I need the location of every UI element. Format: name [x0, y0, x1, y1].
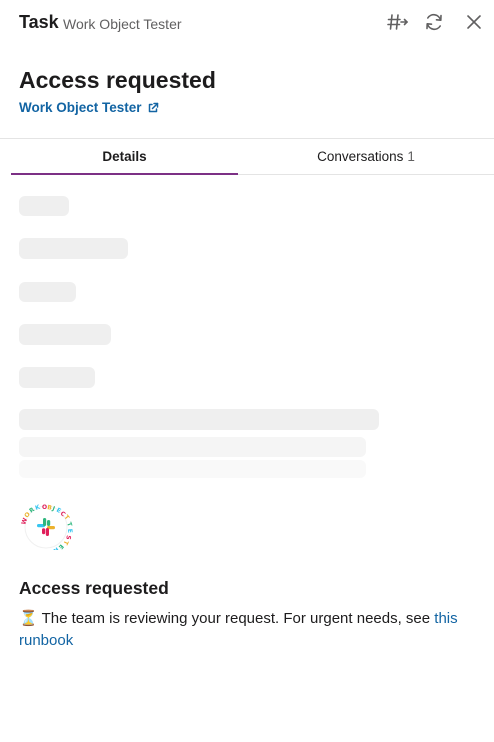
- tab-details[interactable]: Details: [11, 139, 238, 175]
- object-title: Access requested: [19, 67, 216, 93]
- skeleton-line: [19, 324, 111, 345]
- hourglass-icon: ⏳: [19, 610, 38, 627]
- tab-conversations-count: 1: [407, 149, 415, 164]
- external-link-icon: [148, 102, 158, 112]
- refresh-button[interactable]: [422, 10, 446, 34]
- flexpane-header: Task Work Object Tester: [0, 0, 494, 46]
- header-kind: Task: [19, 12, 59, 32]
- skeleton-line: [19, 238, 128, 259]
- skeleton-line: [19, 367, 95, 388]
- svg-text:E: E: [66, 529, 73, 534]
- tab-conversations[interactable]: Conversations 1: [238, 139, 494, 174]
- share-to-channel-icon: [387, 14, 409, 30]
- refresh-icon: [426, 14, 442, 30]
- skeleton-line: [19, 196, 69, 216]
- skeleton-line: [19, 460, 366, 478]
- message-body: ⏳ The team is reviewing your request. Fo…: [19, 608, 474, 652]
- skeleton-line: [19, 437, 366, 457]
- app-link[interactable]: Work Object Tester: [19, 100, 159, 115]
- message-title: Access requested: [19, 578, 169, 598]
- app-link-label: Work Object Tester: [19, 100, 142, 115]
- close-button[interactable]: [462, 10, 486, 34]
- skeleton-line: [19, 282, 76, 302]
- tab-bar: Details Conversations 1: [11, 139, 494, 175]
- app-logo: W O R K O B J E C T T E S T E R: [20, 504, 73, 550]
- header-app-name: Work Object Tester: [63, 16, 182, 32]
- share-to-channel-button[interactable]: [386, 10, 410, 34]
- message-text: The team is reviewing your request. For …: [41, 610, 435, 627]
- tab-conversations-label: Conversations: [317, 149, 404, 164]
- close-icon: [467, 15, 481, 29]
- tab-details-label: Details: [102, 149, 147, 164]
- skeleton-line: [19, 409, 379, 430]
